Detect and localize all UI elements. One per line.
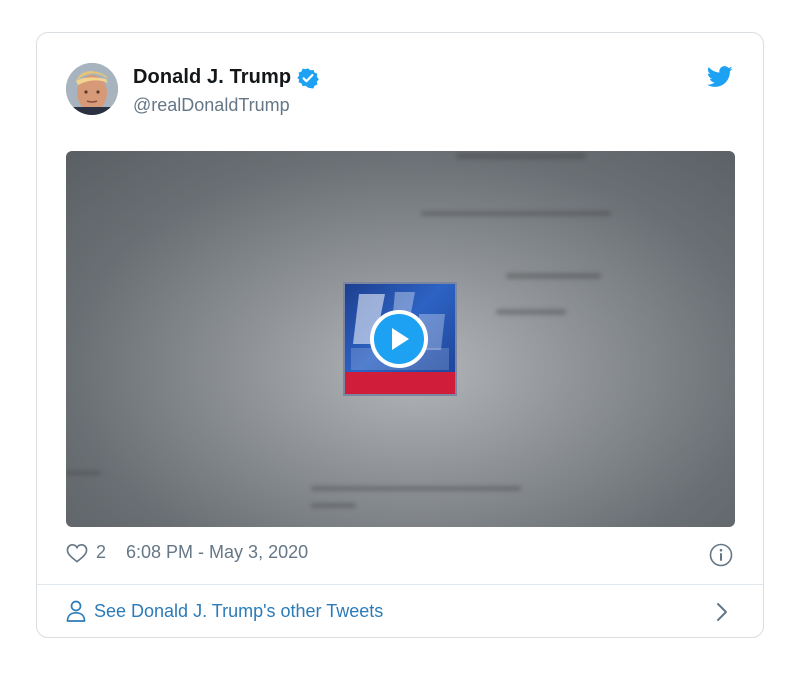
embedded-tweet-card: Donald J. Trump @realDonaldTrump 2 6:08 … <box>36 32 764 638</box>
verified-badge-icon <box>297 67 320 89</box>
chevron-right-icon[interactable] <box>715 602 729 622</box>
video-thumbnail[interactable] <box>66 151 735 527</box>
author-handle[interactable]: @realDonaldTrump <box>133 95 290 116</box>
divider <box>37 584 763 585</box>
tweet-timestamp[interactable]: 6:08 PM - May 3, 2020 <box>126 542 308 563</box>
like-count[interactable]: 2 <box>96 542 106 563</box>
author-row: Donald J. Trump <box>133 66 320 89</box>
avatar[interactable] <box>66 63 118 115</box>
author-name[interactable]: Donald J. Trump <box>133 66 291 89</box>
info-icon[interactable] <box>709 543 733 567</box>
news-logo <box>343 282 457 396</box>
twitter-bird-icon[interactable] <box>707 66 733 88</box>
see-other-tweets-link[interactable]: See Donald J. Trump's other Tweets <box>66 600 383 622</box>
heart-icon[interactable] <box>66 543 88 563</box>
person-icon <box>66 600 86 622</box>
tweet-meta: 2 6:08 PM - May 3, 2020 <box>66 542 308 563</box>
play-icon[interactable] <box>370 310 428 368</box>
see-other-tweets-label[interactable]: See Donald J. Trump's other Tweets <box>94 601 383 622</box>
logo-stripe <box>345 372 455 394</box>
